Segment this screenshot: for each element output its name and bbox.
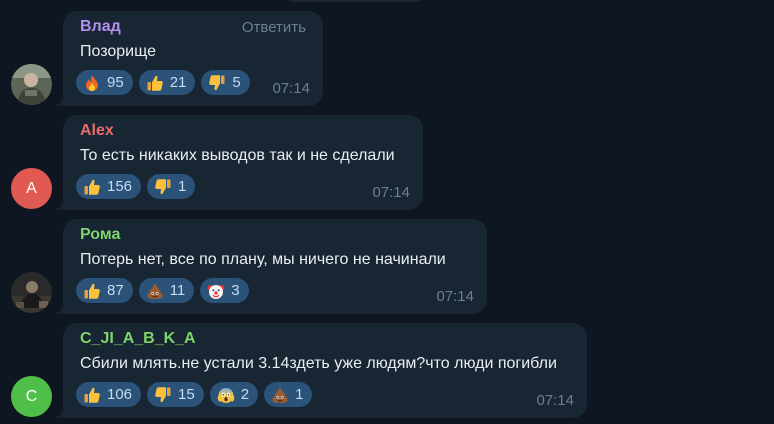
thumbs-down-icon	[154, 386, 172, 404]
thumbs-up-icon	[83, 282, 101, 300]
reactions-bar: 87 11 3	[76, 278, 249, 303]
chat-history[interactable]: Влад Ответить Позорище 95 21 5 07:14 A A…	[0, 0, 774, 424]
message-bubble[interactable]: C_JI_A_B_K_A Сбили млять.не устали 3.14з…	[63, 323, 587, 418]
thumbs-up-icon	[83, 386, 101, 404]
poop-icon	[271, 386, 289, 404]
message-time: 07:14	[536, 392, 574, 409]
reaction-fire[interactable]: 95	[76, 70, 133, 95]
avatar[interactable]	[11, 272, 52, 313]
reaction-count: 15	[178, 386, 195, 403]
reaction-scream[interactable]: 2	[209, 382, 259, 407]
reaction-poop[interactable]: 1	[264, 382, 313, 407]
reactions-bar: 106 15 2 1	[76, 382, 313, 407]
avatar-letter: C	[25, 387, 38, 405]
fire-icon	[83, 74, 101, 92]
bubble-tail	[55, 198, 67, 210]
reaction-thumbs-up[interactable]: 156	[76, 174, 142, 199]
reply-button[interactable]: Ответить	[242, 19, 306, 36]
reaction-thumbs-down[interactable]: 1	[147, 174, 196, 199]
message-bubble[interactable]: Alex То есть никаких выводов так и не сд…	[63, 115, 423, 210]
author-name[interactable]: C_JI_A_B_K_A	[80, 330, 196, 348]
reaction-count: 2	[240, 386, 250, 403]
reaction-thumbs-down[interactable]: 15	[147, 382, 204, 407]
bubble-tail	[55, 94, 67, 106]
thumbs-up-icon	[83, 178, 101, 196]
message-bubble[interactable]: Влад Ответить Позорище 95 21 5 07:14	[63, 11, 323, 106]
reaction-thumbs-up[interactable]: 87	[76, 278, 133, 303]
reaction-count: 1	[295, 386, 304, 403]
reaction-count: 21	[169, 74, 187, 91]
clown-icon	[207, 282, 225, 300]
bubble-tail	[55, 406, 67, 418]
reaction-thumbs-up[interactable]: 21	[138, 70, 196, 95]
message-time: 07:14	[272, 80, 310, 97]
reaction-count: 5	[232, 74, 241, 91]
reaction-count: 87	[107, 282, 124, 299]
avatar[interactable]: A	[11, 168, 52, 209]
message-text: Сбили млять.не устали 3.14здеть уже людя…	[80, 355, 557, 372]
message-text: Потерь нет, все по плану, мы ничего не н…	[80, 251, 446, 268]
reaction-count: 95	[107, 74, 124, 91]
thumbs-down-icon	[154, 178, 172, 196]
reaction-thumbs-up[interactable]: 106	[76, 382, 142, 407]
reaction-count: 3	[231, 282, 240, 299]
avatar[interactable]	[11, 64, 52, 105]
message-text: То есть никаких выводов так и не сделали	[80, 147, 395, 164]
message-text: Позорище	[80, 43, 156, 60]
reaction-poop[interactable]: 11	[138, 278, 195, 303]
thumbs-down-icon	[208, 74, 226, 92]
avatar[interactable]: C	[11, 376, 52, 417]
author-name[interactable]: Рома	[80, 226, 120, 244]
reaction-count: 11	[169, 282, 186, 299]
message-time: 07:14	[436, 288, 474, 305]
author-name[interactable]: Alex	[80, 122, 114, 140]
thumbs-up-icon	[146, 74, 164, 92]
reaction-count: 106	[107, 386, 133, 403]
reactions-bar: 95 21 5	[76, 70, 250, 95]
scream-icon	[217, 386, 235, 404]
reaction-clown[interactable]: 3	[200, 278, 249, 303]
message-time: 07:14	[372, 184, 410, 201]
avatar-letter: A	[26, 179, 37, 197]
previous-message-edge	[285, 0, 425, 2]
reaction-count: 156	[107, 178, 133, 195]
reaction-thumbs-down[interactable]: 5	[201, 70, 250, 95]
reaction-count: 1	[178, 178, 187, 195]
author-name[interactable]: Влад	[80, 18, 121, 36]
reactions-bar: 156 1	[76, 174, 196, 199]
message-bubble[interactable]: Рома Потерь нет, все по плану, мы ничего…	[63, 219, 487, 314]
poop-icon	[146, 282, 164, 300]
bubble-tail	[55, 302, 67, 314]
